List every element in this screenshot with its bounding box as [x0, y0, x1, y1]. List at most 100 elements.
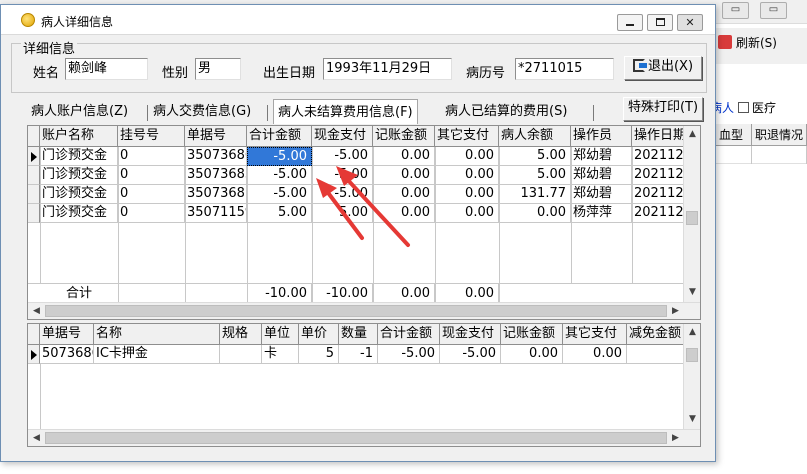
cell-unit-price[interactable]: 5 — [299, 345, 339, 364]
cell-cash-payment[interactable]: -5.00 — [440, 345, 501, 364]
scroll-thumb[interactable] — [45, 432, 667, 444]
cell-patient-balance[interactable]: 5.00 — [499, 166, 571, 185]
cell-registration-no[interactable]: 0 — [118, 166, 185, 185]
cell-registration-no[interactable]: 0 — [118, 185, 185, 204]
cell-account-amount[interactable]: 0.00 — [373, 147, 435, 166]
tab-unsettled-fees[interactable]: 病人未结算费用信息(F) — [273, 99, 418, 124]
cell-operator[interactable]: 郑幼碧 — [571, 147, 632, 166]
table-row[interactable]: 门诊预交金 0 35073681 -5.00 -5.00 0.00 0.00 1… — [28, 185, 684, 204]
col-patient-balance[interactable]: 病人余额 — [499, 126, 571, 147]
col-operator[interactable]: 操作员 — [571, 126, 632, 147]
scroll-up-icon[interactable]: ▲ — [684, 324, 700, 341]
col-other-payment[interactable]: 其它支付 — [435, 126, 499, 147]
scroll-left-icon[interactable]: ◀ — [28, 303, 45, 319]
cell-account-amount[interactable]: 0.00 — [373, 204, 435, 223]
scroll-right-icon[interactable]: ▶ — [667, 430, 684, 446]
cell-total-amount-selected[interactable]: -5.00 — [247, 147, 312, 166]
cell-other-payment[interactable]: 0.00 — [435, 147, 499, 166]
cell-total-amount[interactable]: 5.00 — [247, 204, 312, 223]
record-number-field[interactable]: *2711015 — [515, 58, 614, 80]
lower-vertical-scrollbar[interactable]: ▲ ▼ — [683, 324, 700, 429]
cell-other-payment[interactable]: 0.00 — [563, 345, 627, 364]
cell-registration-no[interactable]: 0 — [118, 204, 185, 223]
table-row[interactable]: 门诊预交金 0 35073686 -5.00 -5.00 0.00 0.00 5… — [28, 147, 684, 166]
cell-total-amount[interactable]: -5.00 — [378, 345, 440, 364]
tab-payment-info[interactable]: 病人交费信息(G) — [153, 101, 251, 123]
exit-button[interactable]: 退出(X) — [624, 56, 702, 80]
bg-minimize-button[interactable]: ▭ — [722, 2, 749, 19]
close-button[interactable]: ✕ — [677, 14, 703, 31]
col-total-amount[interactable]: 合计金额 — [247, 126, 312, 147]
cell-unit[interactable]: 卡 — [262, 345, 299, 364]
col-spec[interactable]: 规格 — [220, 324, 262, 345]
cell-cash-payment[interactable]: -5.00 — [312, 185, 373, 204]
scroll-thumb[interactable] — [686, 211, 698, 225]
gender-field[interactable]: 男 — [195, 58, 241, 80]
cell-receipt-no[interactable]: 35071159 — [185, 204, 247, 223]
birthdate-field[interactable]: 1993年11月29日 — [323, 58, 452, 80]
dialog-titlebar[interactable]: 病人详细信息 ✕ — [1, 5, 715, 35]
medical-checkbox[interactable] — [738, 102, 750, 113]
cell-item-name[interactable]: IC卡押金 — [94, 345, 220, 364]
cell-patient-balance[interactable]: 131.77 — [499, 185, 571, 204]
upper-vertical-scrollbar[interactable]: ▲ ▼ — [683, 126, 700, 302]
col-registration-no[interactable]: 挂号号 — [118, 126, 185, 147]
col-account-name[interactable]: 账户名称 — [40, 126, 118, 147]
cell-quantity[interactable]: -1 — [339, 345, 378, 364]
cell-patient-balance[interactable]: 0.00 — [499, 204, 571, 223]
tab-account-info[interactable]: 病人账户信息(Z) — [31, 101, 128, 123]
cell-receipt-no[interactable]: 35073683 — [185, 166, 247, 185]
col-other-payment[interactable]: 其它支付 — [563, 324, 627, 345]
cell-receipt-no[interactable]: 35073681 — [185, 185, 247, 204]
col-item-name[interactable]: 名称 — [94, 324, 220, 345]
col-receipt-no[interactable]: 单据号 — [185, 126, 247, 147]
scroll-thumb[interactable] — [45, 305, 667, 317]
cell-other-payment[interactable]: 0.00 — [435, 166, 499, 185]
lower-horizontal-scrollbar[interactable]: ◀ ▶ — [28, 429, 700, 446]
cell-patient-balance[interactable]: 5.00 — [499, 147, 571, 166]
col-discount-amount[interactable]: 减免金额 — [627, 324, 684, 345]
special-print-button[interactable]: 特殊打印(T) — [623, 97, 703, 121]
scroll-down-icon[interactable]: ▼ — [684, 284, 700, 301]
scroll-left-icon[interactable]: ◀ — [28, 430, 45, 446]
col-quantity[interactable]: 数量 — [339, 324, 378, 345]
cell-cash-payment[interactable]: -5.00 — [312, 166, 373, 185]
cell-operator[interactable]: 郑幼碧 — [571, 166, 632, 185]
cell-spec[interactable] — [220, 345, 262, 364]
col-total-amount[interactable]: 合计金额 — [378, 324, 440, 345]
cell-account-amount[interactable]: 0.00 — [501, 345, 563, 364]
scroll-down-icon[interactable]: ▼ — [684, 411, 700, 428]
table-row[interactable]: 门诊预交金 0 35073683 -5.00 -5.00 0.00 0.00 5… — [28, 166, 684, 185]
col-operation-date[interactable]: 操作日期 — [632, 126, 684, 147]
cell-registration-no[interactable]: 0 — [118, 147, 185, 166]
scroll-thumb[interactable] — [686, 348, 698, 362]
cell-operator[interactable]: 郑幼碧 — [571, 185, 632, 204]
cell-operation-date[interactable]: 2021122 — [632, 204, 684, 223]
tab-settled-fees[interactable]: 病人已结算的费用(S) — [445, 101, 567, 123]
cell-other-payment[interactable]: 0.00 — [435, 204, 499, 223]
scroll-up-icon[interactable]: ▲ — [684, 126, 700, 143]
cell-account-amount[interactable]: 0.00 — [373, 185, 435, 204]
upper-horizontal-scrollbar[interactable]: ◀ ▶ — [28, 302, 700, 319]
col-account-amount[interactable]: 记账金额 — [501, 324, 563, 345]
cell-account-name[interactable]: 门诊预交金 — [40, 204, 118, 223]
cell-account-name[interactable]: 门诊预交金 — [40, 166, 118, 185]
maximize-button[interactable] — [647, 14, 673, 31]
col-unit[interactable]: 单位 — [262, 324, 299, 345]
cell-receipt-no[interactable]: 35073686 — [185, 147, 247, 166]
col-receipt-no[interactable]: 单据号 — [40, 324, 94, 345]
cell-account-name[interactable]: 门诊预交金 — [40, 147, 118, 166]
cell-operation-date[interactable]: 2021122 — [632, 185, 684, 204]
cell-account-amount[interactable]: 0.00 — [373, 166, 435, 185]
name-field[interactable]: 赖剑峰 — [65, 58, 148, 80]
cell-cash-payment[interactable]: 5.00 — [312, 204, 373, 223]
col-account-amount[interactable]: 记账金额 — [373, 126, 435, 147]
scroll-right-icon[interactable]: ▶ — [667, 303, 684, 319]
cell-receipt-no[interactable]: 5073686 — [40, 345, 94, 364]
col-cash-payment[interactable]: 现金支付 — [312, 126, 373, 147]
minimize-button[interactable] — [617, 14, 643, 31]
cell-operation-date[interactable]: 2021122 — [632, 147, 684, 166]
cell-operation-date[interactable]: 2021122 — [632, 166, 684, 185]
cell-discount-amount[interactable] — [627, 345, 684, 364]
cell-operator[interactable]: 杨萍萍 — [571, 204, 632, 223]
